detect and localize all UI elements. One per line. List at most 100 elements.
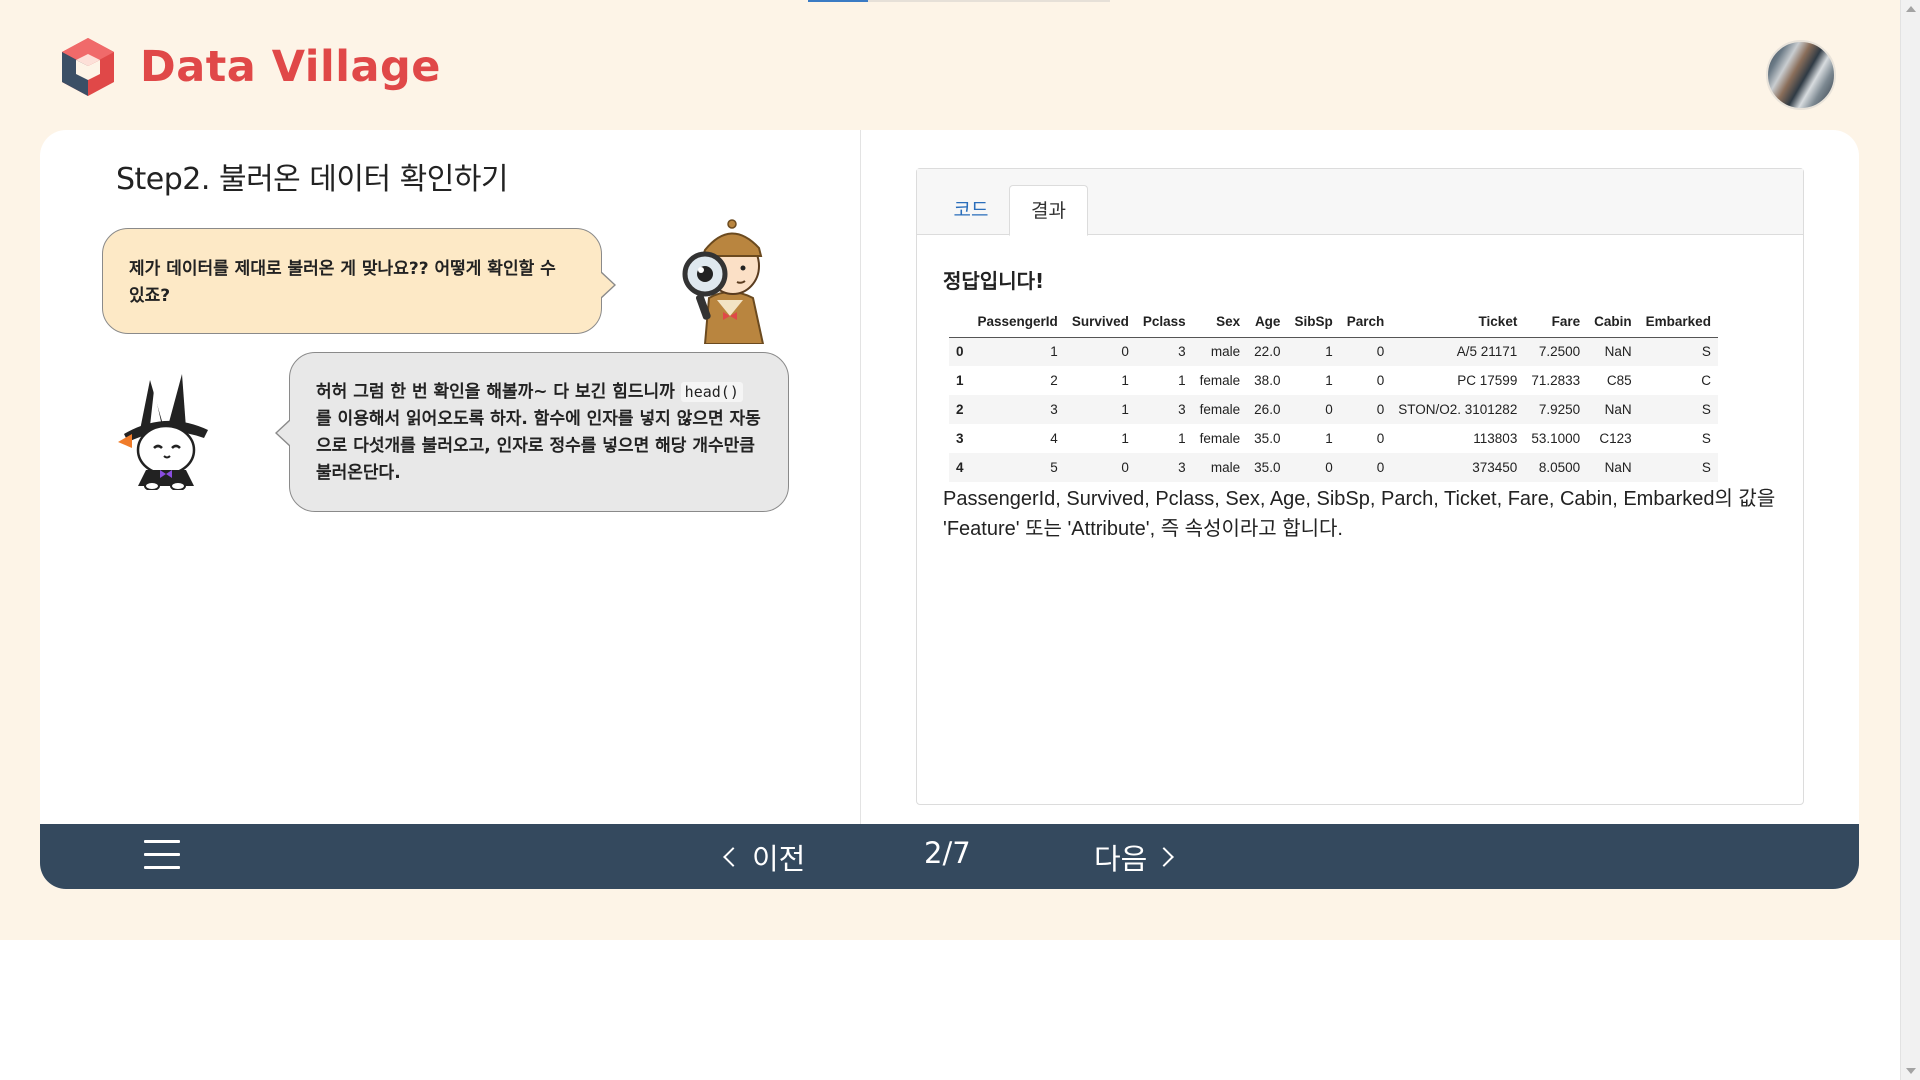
table-cell: C [1701,373,1711,388]
bottom-navigation-bar: 이전 2/7 다음 [40,824,1859,889]
prev-button[interactable]: 이전 [720,836,805,878]
table-cell: 0 [1325,402,1333,417]
table-cell: C85 [1606,373,1632,388]
table-cell: 1 [1121,402,1129,417]
column-header: Age [1247,307,1288,338]
lesson-card: Step2. 불러온 데이터 확인하기 제가 데이터를 제대로 불러온 게 맞나… [40,130,1859,889]
table-cell: S [1701,344,1711,360]
table-cell: 3 [1178,402,1186,417]
inline-code-head: head() [680,382,743,402]
logo[interactable]: Data Village [58,36,441,98]
row-index: 1 [956,373,964,388]
table-cell: 7.9250 [1538,402,1581,417]
scroll-down-icon[interactable] [1906,1068,1916,1074]
column-header: Pclass [1135,307,1193,338]
result-tabs: 코드 결과 [917,169,1803,236]
table-cell: male [1210,344,1241,360]
table-cell: 8.0500 [1538,460,1581,475]
teacher-speech-text-2: 를 이용해서 읽어오도록 하자. 함수에 인자를 넣지 않으면 자동으로 다섯개… [316,409,761,483]
table-cell: NaN [1604,402,1632,417]
table-cell: 7.2500 [1538,344,1581,360]
table-row: 2 3 1 3 female 26.0 0 0 STON/O2. 3101282… [949,395,1718,424]
table-row: 0 1 0 3 male 22.0 1 0 A/5 21171 7.2500 N… [949,337,1718,366]
table-cell: 53.1000 [1531,431,1581,446]
table-cell: 1 [1121,431,1129,446]
column-header: PassengerId [970,307,1065,338]
table-cell: 0 [1376,373,1385,388]
prev-label: 이전 [752,842,806,876]
row-index: 2 [956,402,964,417]
table-cell: NaN [1604,344,1632,360]
column-header: Sex [1192,307,1248,338]
answer-title: 정답입니다! [943,269,1045,293]
table-cell: 35.0 [1254,460,1281,475]
row-index: 4 [956,460,964,475]
table-cell: C123 [1599,431,1632,446]
panel-divider [860,130,861,824]
table-cell: 1 [1178,373,1186,388]
column-header: Ticket [1391,307,1525,338]
table-cell: 2 [1050,373,1058,388]
table-cell: 113803 [1473,431,1518,446]
table-cell: STON/O2. 3101282 [1398,402,1518,417]
table-cell: 35.0 [1254,431,1281,446]
tab-result[interactable]: 결과 [1009,185,1088,236]
feature-description: PassengerId, Survived, Pclass, Sex, Age,… [943,488,1776,540]
table-cell: 0 [1376,431,1385,446]
row-index: 0 [956,344,964,360]
teacher-speech-text-1: 허허 그럼 한 번 확인을 해볼까~ 다 보긴 힘드니까 [316,382,681,402]
student-speech-bubble: 제가 데이터를 제대로 불러온 게 맞나요?? 어떻게 확인할 수 있죠? [102,228,616,334]
table-row: 3 4 1 1 female 35.0 1 0 113803 53.1000 C… [949,424,1718,453]
table-cell: S [1701,431,1711,446]
table-cell: 1 [1178,431,1186,446]
table-cell: PC 17599 [1457,373,1518,388]
table-cell: male [1210,460,1241,475]
next-label: 다음 [1094,842,1148,876]
column-header: Parch [1339,307,1392,338]
column-header: Fare [1524,307,1588,338]
table-cell: female [1199,431,1241,446]
table-cell: 3 [1050,402,1058,417]
table-cell: 373450 [1472,460,1518,475]
teacher-speech-bubble: 허허 그럼 한 번 확인을 해볼까~ 다 보긴 힘드니까 head() 를 이용… [275,352,789,512]
hamburger-menu-icon[interactable] [144,840,180,872]
table-cell: S [1701,460,1711,475]
table-cell: 38.0 [1254,373,1281,388]
table-cell: 1 [1325,373,1333,388]
table-cell: female [1199,402,1241,417]
result-panel: 코드 결과 정답입니다! PassengerId Survived Pclass… [916,168,1804,805]
table-header-row: PassengerId Survived Pclass Sex Age SibS… [949,307,1718,338]
column-header-index [949,307,971,338]
scroll-up-icon[interactable] [1906,6,1916,12]
page-indicator: 2/7 [924,836,971,870]
table-cell: S [1701,402,1711,417]
table-cell: 0 [1121,344,1129,360]
student-speech-text: 제가 데이터를 제대로 불러온 게 맞나요?? 어떻게 확인할 수 있죠? [129,259,556,306]
table-cell: 0 [1376,402,1385,417]
table-cell: 5 [1050,460,1058,475]
column-header: Cabin [1587,307,1639,338]
dataframe-table: PassengerId Survived Pclass Sex Age SibS… [949,307,1718,482]
table-cell: 71.2833 [1531,373,1581,388]
column-header: SibSp [1287,307,1340,338]
table-cell: NaN [1604,460,1632,475]
detective-character-icon [682,219,765,344]
table-cell: 0 [1376,344,1385,360]
table-cell: 1 [1325,431,1333,446]
top-progress-bar [808,0,1110,2]
table-cell: 0 [1325,460,1333,475]
column-header: Survived [1064,307,1136,338]
table-cell: 22.0 [1254,344,1281,360]
table-row: 1 2 1 1 female 38.0 1 0 PC 17599 71.2833… [949,366,1718,395]
row-index: 3 [956,431,964,446]
witch-rabbit-character-icon [118,374,208,490]
table-cell: 3 [1178,344,1186,360]
cube-logo-icon [62,38,114,96]
tab-code[interactable]: 코드 [931,185,1011,236]
user-avatar[interactable] [1766,40,1836,110]
table-cell: 1 [1121,373,1129,388]
next-button[interactable]: 다음 [1094,836,1175,878]
table-cell: 0 [1376,460,1385,475]
table-row: 4 5 0 3 male 35.0 0 0 373450 8.0500 NaN … [949,453,1718,482]
page-scrollbar[interactable] [1900,0,1920,1080]
